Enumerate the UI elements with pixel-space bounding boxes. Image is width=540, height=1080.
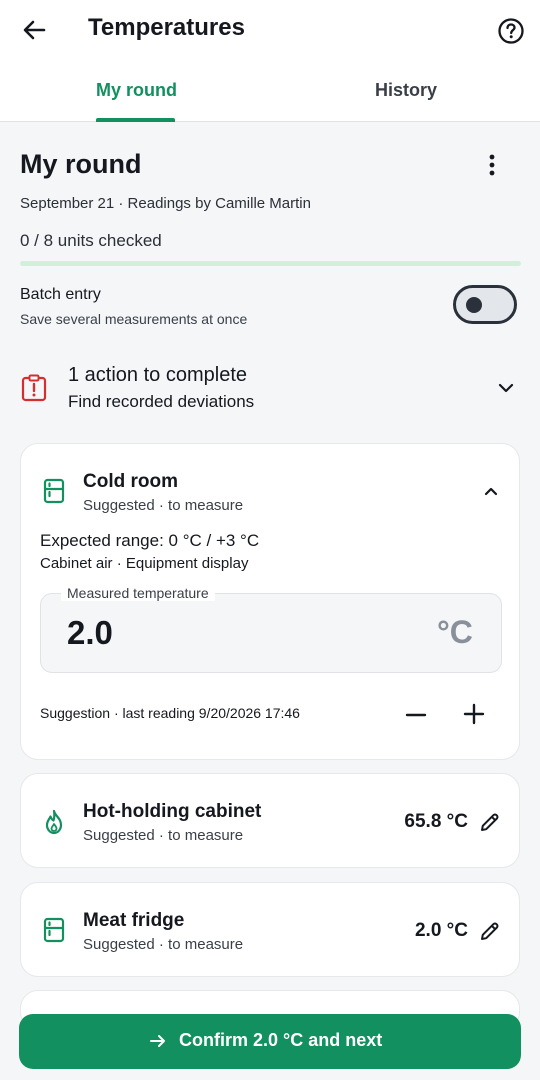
round-subtitle: September 21 · Readings by Camille Marti… xyxy=(20,195,311,212)
unit-card-meat-fridge[interactable]: Meat fridge Suggested · to measure 2.0 °… xyxy=(20,882,520,977)
temperature-input[interactable]: Measured temperature 2.0 °C xyxy=(40,585,502,673)
decrement-button[interactable] xyxy=(402,701,430,729)
unit-card-hot-holding[interactable]: Hot-holding cabinet Suggested · to measu… xyxy=(20,773,520,868)
fridge-icon xyxy=(43,917,65,943)
unit-name: Hot-holding cabinet xyxy=(83,801,262,822)
tab-my-round[interactable]: My round xyxy=(96,80,177,101)
page-title: Temperatures xyxy=(88,14,245,41)
expected-range: Expected range: 0 °C / +3 °C xyxy=(40,531,260,550)
flame-icon xyxy=(45,809,63,835)
arrow-right-icon xyxy=(150,1035,165,1047)
chevron-up-icon[interactable] xyxy=(482,482,500,500)
active-tab-indicator xyxy=(96,118,175,122)
unit-name: Meat fridge xyxy=(83,910,185,931)
clipboard-alert-icon xyxy=(21,374,47,402)
batch-entry-toggle[interactable] xyxy=(453,285,517,324)
batch-entry-description: Save several measurements at once xyxy=(20,311,248,327)
confirm-label: Confirm 2.0 °C and next xyxy=(179,1030,383,1050)
field-label: Measured temperature xyxy=(61,585,215,601)
temperature-unit: °C xyxy=(437,614,473,650)
fridge-icon xyxy=(43,478,65,504)
confirm-next-button[interactable]: Confirm 2.0 °C and next xyxy=(19,1014,521,1069)
unit-name: Cold room xyxy=(83,471,178,492)
unit-status: Suggested · to measure xyxy=(83,827,244,844)
progress-bar xyxy=(20,261,521,266)
unit-reading: 2.0 °C xyxy=(414,920,468,941)
unit-status: Suggested · to measure xyxy=(83,936,244,953)
more-options-icon[interactable] xyxy=(480,152,504,178)
units-checked-count: 0 / 8 units checked xyxy=(20,231,162,250)
action-subtitle: Find recorded deviations xyxy=(68,392,255,411)
increment-button[interactable] xyxy=(460,700,488,728)
section-title: My round xyxy=(20,149,142,179)
chevron-down-icon[interactable] xyxy=(496,378,516,398)
help-icon[interactable] xyxy=(496,16,526,46)
tab-history[interactable]: History xyxy=(375,80,437,101)
last-reading-suggestion: Suggestion · last reading 9/20/2026 17:4… xyxy=(40,705,300,721)
temperature-value[interactable]: 2.0 xyxy=(67,614,113,652)
toggle-knob xyxy=(466,297,482,313)
probe-source: Cabinet air · Equipment display xyxy=(40,555,249,572)
edit-pencil-icon[interactable] xyxy=(479,811,501,833)
edit-pencil-icon[interactable] xyxy=(479,920,501,942)
app-bar: Temperatures My round History xyxy=(0,0,540,122)
batch-entry-label: Batch entry xyxy=(20,286,101,303)
back-arrow-icon[interactable] xyxy=(18,14,50,46)
action-title: 1 action to complete xyxy=(68,364,247,386)
unit-reading: 65.8 °C xyxy=(404,811,468,832)
unit-status: Suggested · to measure xyxy=(83,497,244,514)
unit-card-cold-room: Cold room Suggested · to measure Expecte… xyxy=(20,443,520,760)
